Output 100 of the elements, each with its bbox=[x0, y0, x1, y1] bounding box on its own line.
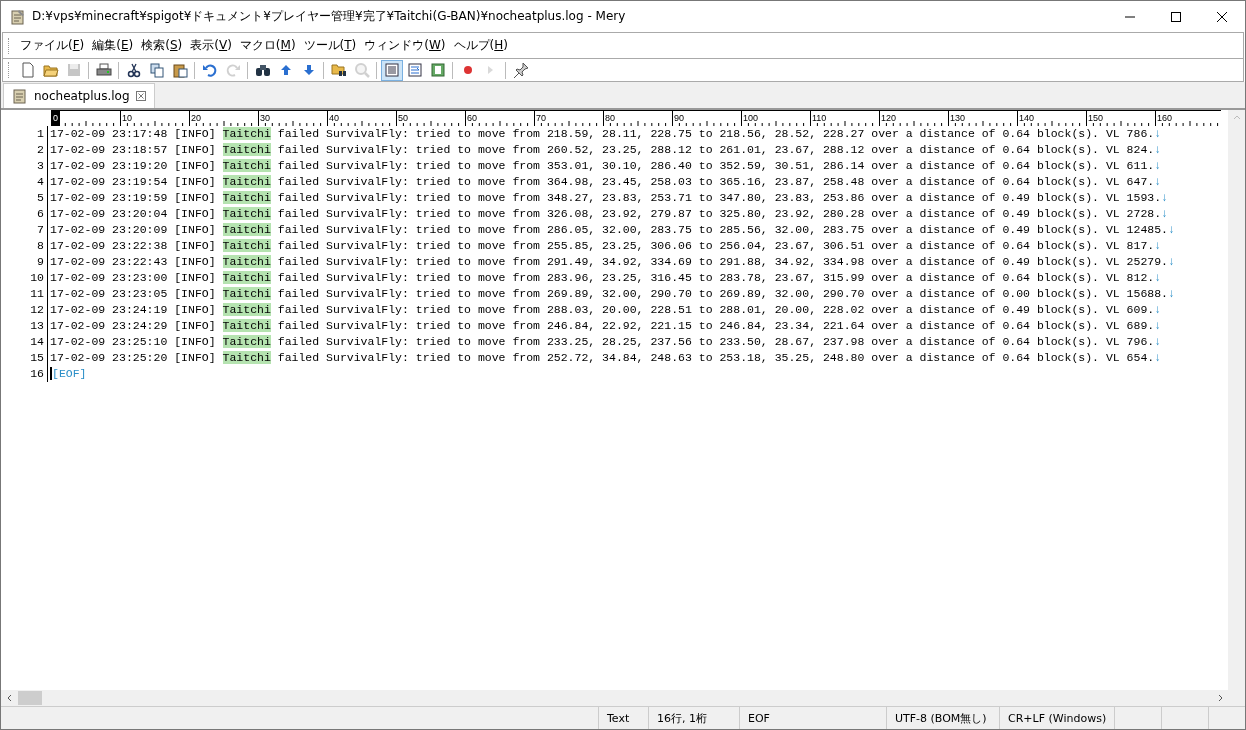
vertical-scrollbar[interactable] bbox=[1228, 110, 1245, 706]
menu-item[interactable]: 表示(V) bbox=[186, 34, 236, 57]
search-highlight: Taitchi bbox=[222, 159, 271, 172]
line-number: 3 bbox=[1, 158, 48, 174]
line-number: 10 bbox=[1, 270, 48, 286]
log-text: failed SurvivalFly: tried to move from 246.84, 22.92, 221.15 to 246.84, 23.34, 221.64 over a distance of 0.64 block(s). VL 689. bbox=[277, 319, 1155, 332]
log-text: 17-02-09 23:18:57 [INFO] bbox=[50, 143, 216, 156]
log-text: failed SurvivalFly: tried to move from 252.72, 34.84, 248.63 to 253.18, 35.25, 248.80 over a distance of 0.64 block(s). VL 654. bbox=[277, 351, 1155, 364]
menu-item[interactable]: 編集(E) bbox=[88, 34, 138, 57]
log-text: failed SurvivalFly: tried to move from 326.08, 23.92, 279.87 to 325.80, 23.92, 280.28 over a distance of 0.49 block(s). VL 2728. bbox=[277, 207, 1162, 220]
menu-item[interactable]: ツール(T) bbox=[299, 34, 361, 57]
line-number: 12 bbox=[1, 302, 48, 318]
tab-label: nocheatplus.log bbox=[34, 89, 130, 103]
search-highlight: Taitchi bbox=[222, 143, 271, 156]
line-number: 15 bbox=[1, 350, 48, 366]
log-text: 17-02-09 23:23:00 [INFO] bbox=[50, 271, 216, 284]
lines-button[interactable] bbox=[380, 59, 403, 81]
search-highlight: Taitchi bbox=[222, 175, 271, 188]
log-text: 17-02-09 23:19:54 [INFO] bbox=[50, 175, 216, 188]
newline-mark: ↓ bbox=[1154, 271, 1162, 284]
status-field: Text bbox=[598, 707, 648, 729]
log-text: 17-02-09 23:25:20 [INFO] bbox=[50, 351, 216, 364]
status-field: EOF bbox=[739, 707, 886, 729]
play-icon bbox=[487, 65, 494, 75]
file-tab[interactable]: nocheatplus.log bbox=[3, 83, 155, 108]
minimize-icon bbox=[1124, 15, 1136, 18]
log-text: 17-02-09 23:19:20 [INFO] bbox=[50, 159, 216, 172]
menu-item[interactable]: ヘルプ(H) bbox=[449, 34, 512, 57]
new-file-icon bbox=[19, 62, 36, 78]
newline-mark: ↓ bbox=[1154, 239, 1162, 252]
copy-icon bbox=[148, 62, 165, 78]
line-number: 2 bbox=[1, 142, 48, 158]
newline-mark: ↓ bbox=[1168, 255, 1175, 268]
newline-mark: ↓ bbox=[1161, 207, 1168, 220]
log-text: 17-02-09 23:20:09 [INFO] bbox=[50, 223, 216, 236]
log-text: failed SurvivalFly: tried to move from 218.59, 28.11, 228.75 to 218.56, 28.52, 228.27 over a distance of 0.64 block(s). VL 786. bbox=[277, 127, 1155, 140]
binoculars-icon bbox=[254, 62, 271, 78]
page-icon bbox=[429, 62, 446, 78]
log-text: 17-02-09 23:19:59 [INFO] bbox=[50, 191, 216, 204]
folder-search-icon bbox=[330, 62, 347, 78]
eof-marker: [EOF] bbox=[52, 367, 87, 380]
notepad-icon bbox=[12, 88, 28, 104]
search-highlight: Taitchi bbox=[222, 191, 271, 204]
line-number: 9 bbox=[1, 254, 48, 270]
window-title: D:¥vps¥minecraft¥spigot¥ドキュメント¥プレイヤー管理¥完了¥Taitchi(G-BAN)¥nocheatplus.log - Mery bbox=[32, 8, 627, 25]
log-text: 17-02-09 23:24:29 [INFO] bbox=[50, 319, 216, 332]
maximize-icon bbox=[1170, 10, 1182, 23]
newline-mark: ↓ bbox=[1154, 175, 1162, 188]
pin-icon bbox=[512, 62, 529, 78]
log-text: failed SurvivalFly: tried to move from 288.03, 20.00, 228.51 to 288.01, 20.00, 228.02 over a distance of 0.49 block(s). VL 609. bbox=[277, 303, 1155, 316]
search-highlight: Taitchi bbox=[222, 207, 271, 220]
search-highlight: Taitchi bbox=[222, 239, 271, 252]
log-text: failed SurvivalFly: tried to move from 269.89, 32.00, 290.70 to 269.89, 32.00, 290.70 over a distance of 0.00 block(s). VL 15688. bbox=[277, 287, 1168, 300]
scrollbar-thumb[interactable] bbox=[18, 691, 42, 705]
redo-icon bbox=[224, 62, 241, 78]
log-text: 17-02-09 23:24:19 [INFO] bbox=[50, 303, 216, 316]
save-icon bbox=[65, 62, 82, 78]
line-number: 8 bbox=[1, 238, 48, 254]
folder-icon bbox=[42, 62, 59, 78]
log-text: 17-02-09 23:22:38 [INFO] bbox=[50, 239, 216, 252]
search-highlight: Taitchi bbox=[222, 271, 271, 284]
search-highlight: Taitchi bbox=[222, 287, 271, 300]
search-highlight: Taitchi bbox=[222, 335, 271, 348]
newline-mark: ↓ bbox=[1154, 319, 1162, 332]
log-text: failed SurvivalFly: tried to move from 233.25, 28.25, 237.56 to 233.50, 28.67, 237.98 over a distance of 0.64 block(s). VL 796. bbox=[277, 335, 1155, 348]
newline-mark: ↓ bbox=[1154, 159, 1162, 172]
line-number: 7 bbox=[1, 222, 48, 238]
log-text: failed SurvivalFly: tried to move from 364.98, 23.45, 258.03 to 365.16, 23.87, 258.48 over a distance of 0.64 block(s). VL 647. bbox=[277, 175, 1155, 188]
horizontal-scrollbar[interactable] bbox=[1, 690, 1228, 706]
log-text: 17-02-09 23:23:05 [INFO] bbox=[50, 287, 216, 300]
log-text: 17-02-09 23:25:10 [INFO] bbox=[50, 335, 216, 348]
line-number: 1 bbox=[1, 126, 48, 142]
line-number: 16 bbox=[1, 366, 48, 382]
log-text: failed SurvivalFly: tried to move from 283.96, 23.25, 316.45 to 283.78, 23.67, 315.99 over a distance of 0.64 block(s). VL 812. bbox=[277, 271, 1155, 284]
newline-mark: ↓ bbox=[1168, 287, 1175, 300]
record-icon bbox=[462, 65, 473, 75]
search-highlight: Taitchi bbox=[222, 127, 271, 140]
menu-item[interactable]: ファイル(F) bbox=[16, 34, 89, 57]
search-highlight: Taitchi bbox=[222, 351, 271, 364]
line-number: 14 bbox=[1, 334, 48, 350]
newline-mark: ↓ bbox=[1154, 351, 1162, 364]
scissors-icon bbox=[125, 62, 142, 78]
log-text: 17-02-09 23:20:04 [INFO] bbox=[50, 207, 216, 220]
undo-icon bbox=[201, 62, 218, 78]
magnifier-icon bbox=[353, 62, 370, 78]
newline-mark: ↓ bbox=[1154, 335, 1162, 348]
wrap-icon bbox=[406, 62, 423, 78]
menu-item[interactable]: ウィンドウ(W) bbox=[360, 34, 450, 57]
notepad-icon bbox=[10, 8, 26, 25]
close-icon[interactable] bbox=[135, 91, 146, 101]
status-field: UTF-8 (BOM無し) bbox=[886, 707, 999, 729]
search-highlight: Taitchi bbox=[222, 255, 271, 268]
newline-mark: ↓ bbox=[1161, 191, 1168, 204]
line-number: 11 bbox=[1, 286, 48, 302]
menu-item[interactable]: 検索(S) bbox=[137, 34, 187, 57]
newline-mark: ↓ bbox=[1154, 303, 1162, 316]
menu-item[interactable]: マクロ(M) bbox=[235, 34, 300, 57]
line-number: 5 bbox=[1, 190, 48, 206]
status-field: 16行, 1桁 bbox=[648, 707, 739, 729]
newline-mark: ↓ bbox=[1168, 223, 1175, 236]
